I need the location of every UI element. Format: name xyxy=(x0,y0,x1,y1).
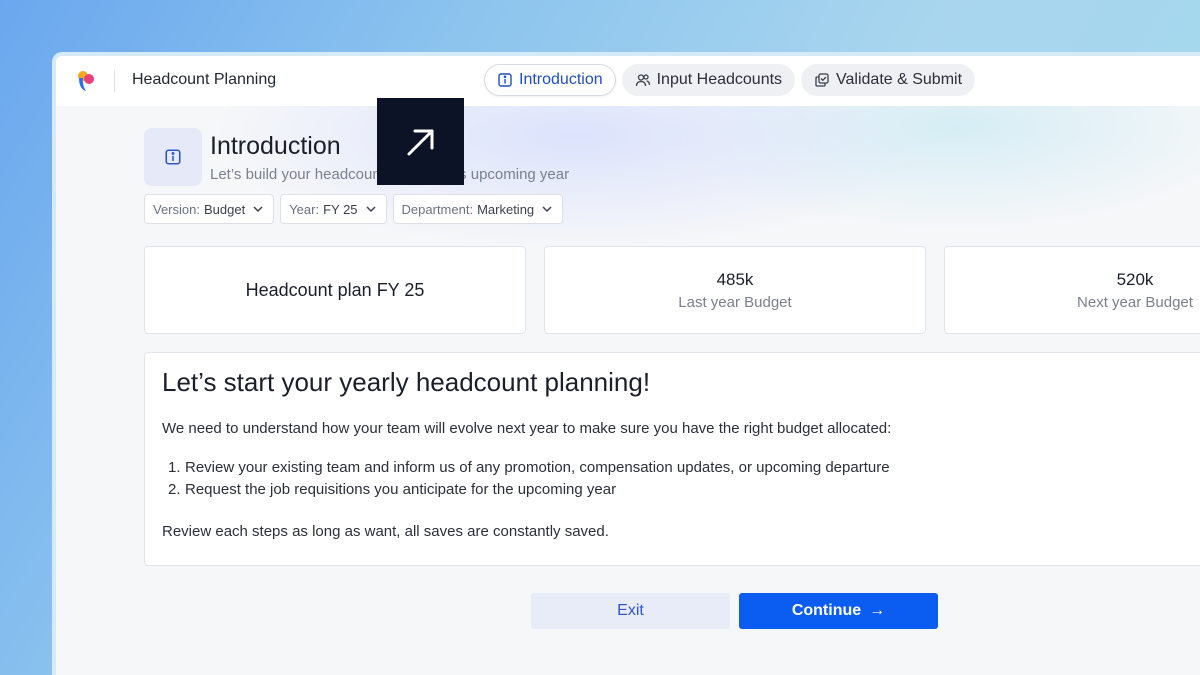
list-item: 1. Review your existing team and inform u… xyxy=(162,457,1200,479)
main-content: Introduction Let’s build your headcount … xyxy=(56,106,1200,675)
tab-introduction[interactable]: Introduction xyxy=(484,64,616,96)
page-title: Introduction xyxy=(210,132,341,160)
instructions-heading: Let’s start your yearly headcount planni… xyxy=(162,367,651,397)
last-year-budget-card: 485k Last year Budget xyxy=(544,246,926,334)
intro-icon-box xyxy=(144,128,202,186)
instructions-list: 1. Review your existing team and inform u… xyxy=(162,457,1200,501)
last-year-budget-label: Last year Budget xyxy=(678,293,792,311)
tab-label: Validate & Submit xyxy=(836,71,963,88)
arrow-up-right-icon xyxy=(407,129,433,155)
info-icon xyxy=(165,149,181,165)
last-year-budget-value: 485k xyxy=(716,269,754,289)
filter-value: Marketing xyxy=(477,201,535,217)
filter-label: Version: xyxy=(153,201,200,217)
tab-validate-submit[interactable]: Validate & Submit xyxy=(801,64,976,96)
users-icon xyxy=(635,74,650,87)
tab-label: Introduction xyxy=(519,71,603,88)
instructions-paragraph: We need to understand how your team will… xyxy=(162,420,892,437)
chevron-down-icon xyxy=(253,206,263,213)
filter-value: Budget xyxy=(203,201,246,217)
plan-title-card: Headcount plan FY 25 xyxy=(144,246,526,334)
plan-title: Headcount plan FY 25 xyxy=(245,279,425,300)
department-filter[interactable]: Department: Marketing xyxy=(392,194,564,224)
step-tabs: Introduction Input Headcounts Validate &… xyxy=(484,64,976,96)
list-number: 1. xyxy=(168,459,181,476)
list-number: 2. xyxy=(168,481,181,498)
chevron-down-icon xyxy=(366,206,376,213)
next-year-budget-value: 520k xyxy=(1116,269,1154,289)
version-filter[interactable]: Version: Budget xyxy=(144,194,275,224)
app-window: Headcount Planning Introduction Input He… xyxy=(52,52,1200,675)
list-text: Request the job requisitions you anticip… xyxy=(185,481,617,498)
next-year-budget-card: 520k Next year Budget xyxy=(944,246,1200,334)
filter-value: FY 25 xyxy=(323,201,358,217)
top-bar: Headcount Planning Introduction Input He… xyxy=(56,56,1200,106)
list-text: Review your existing team and inform us … xyxy=(185,459,890,476)
app-title: Headcount Planning xyxy=(132,71,277,88)
expand-overlay[interactable] xyxy=(377,98,464,185)
tab-input-headcounts[interactable]: Input Headcounts xyxy=(621,64,796,96)
list-item: 2. Request the job requisitions you antic… xyxy=(162,479,1200,501)
instructions-panel: Let’s start your yearly headcount planni… xyxy=(144,352,1200,566)
copy-check-icon xyxy=(815,73,829,87)
next-year-budget-label: Next year Budget xyxy=(1077,293,1193,311)
filter-label: Year: xyxy=(289,201,320,217)
continue-label: Continue xyxy=(791,602,862,619)
topbar-divider xyxy=(114,70,115,92)
app-logo xyxy=(78,71,94,91)
instructions-footer: Review each steps as long as want, all s… xyxy=(162,523,609,540)
filter-label: Department: xyxy=(401,201,474,217)
exit-button[interactable]: Exit xyxy=(531,593,730,629)
tab-label: Input Headcounts xyxy=(656,71,783,88)
arrow-right-icon: → xyxy=(869,602,886,619)
filter-bar: Version: Budget Year: FY 25 Department: … xyxy=(144,194,564,224)
chevron-down-icon xyxy=(542,206,552,213)
continue-button[interactable]: Continue → xyxy=(739,593,938,629)
info-icon xyxy=(498,73,512,87)
year-filter[interactable]: Year: FY 25 xyxy=(280,194,387,224)
